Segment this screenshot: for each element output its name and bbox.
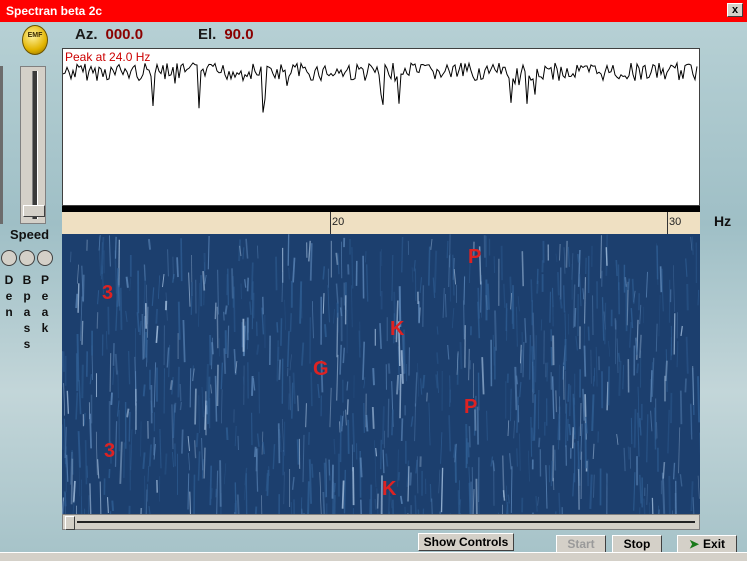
window-title: Spectran beta 2c	[6, 4, 102, 18]
horizontal-scrollbar[interactable]	[62, 514, 700, 530]
scroll-track-line	[77, 521, 695, 523]
spectrum-trace	[63, 49, 699, 205]
speed-slider-groove	[32, 71, 38, 219]
tick-20	[330, 212, 331, 234]
waterfall-display: 3 P K G P 3 K	[62, 234, 700, 514]
speed-slider-thumb[interactable]	[23, 205, 45, 217]
title-bar[interactable]: Spectran beta 2c x	[0, 0, 747, 22]
radio-label-den: Den	[3, 272, 15, 320]
scroll-thumb[interactable]	[65, 516, 75, 530]
show-controls-button[interactable]: Show Controls	[418, 533, 514, 551]
emf-logo-icon: EMF	[22, 25, 48, 55]
speed-label: Speed	[10, 227, 49, 242]
left-edge-bar	[0, 66, 3, 224]
waterfall-mark: K	[382, 478, 396, 501]
radio-den[interactable]	[1, 250, 17, 266]
elevation-readout: El. 90.0	[198, 26, 254, 43]
stop-button[interactable]: Stop	[612, 535, 662, 553]
waterfall-mark: K	[390, 318, 404, 341]
peak-readout: Peak at 24.0 Hz	[65, 50, 150, 64]
waterfall-mark: P	[464, 396, 477, 419]
elevation-value: 90.0	[224, 26, 253, 43]
waterfall-mark: 3	[102, 282, 113, 305]
exit-label: Exit	[703, 537, 725, 551]
waterfall-mark: P	[468, 246, 481, 269]
elevation-label: El.	[198, 26, 216, 43]
waterfall-mark: G	[313, 358, 329, 381]
spectrum-plot: Peak at 24.0 Hz	[62, 48, 700, 206]
tick-label-30: 30	[669, 216, 681, 228]
close-button[interactable]: x	[727, 3, 743, 17]
frequency-axis: 20 30	[62, 206, 700, 234]
radio-peak[interactable]	[37, 250, 53, 266]
speed-slider[interactable]	[20, 66, 46, 224]
radio-bpass[interactable]	[19, 250, 35, 266]
azimuth-label: Az.	[75, 26, 98, 43]
azimuth-value: 000.0	[106, 26, 144, 43]
exit-runner-icon: ➤	[689, 537, 699, 551]
exit-button[interactable]: ➤ Exit	[677, 535, 737, 553]
hz-unit-label: Hz	[714, 213, 731, 229]
azimuth-readout: Az. 000.0	[75, 26, 143, 43]
waterfall-streaks	[62, 234, 700, 514]
radio-label-bpass: Bpass	[21, 272, 33, 352]
mode-radio-group	[0, 250, 56, 266]
radio-label-peak: Peak	[39, 272, 51, 336]
waterfall-mark: 3	[104, 440, 115, 463]
tick-label-20: 20	[332, 216, 344, 228]
tick-30	[667, 212, 668, 234]
start-button[interactable]: Start	[556, 535, 606, 553]
